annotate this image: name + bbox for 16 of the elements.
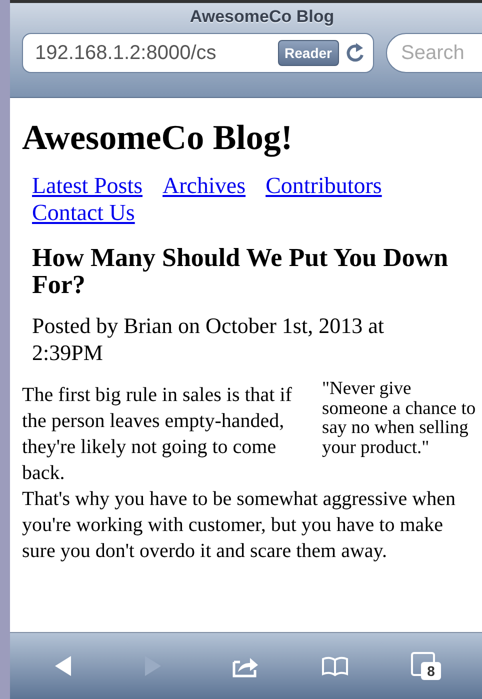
nav-link[interactable]: Latest Posts — [32, 172, 143, 199]
nav-link[interactable]: Contact Us — [32, 199, 135, 226]
reload-icon[interactable] — [345, 42, 365, 64]
article-text: That's why you have to be somewhat aggressive when you're working with customer, but you have to make sure you don't overdo it and scare them away. — [22, 487, 456, 564]
article-text: The first big rule in sales is that if the person leaves empty-handed, they're likely not going to come back. — [22, 383, 293, 486]
nav-link[interactable]: Archives — [162, 172, 246, 199]
reader-button[interactable]: Reader — [278, 40, 339, 66]
address-field[interactable]: 192.168.1.2:8000/cs Reader — [22, 33, 374, 73]
book-icon[interactable] — [321, 654, 349, 678]
post-byline: Posted by Brian on October 1st, 2013 at 2:39PM — [32, 312, 385, 366]
window-title: AwesomeCo Blog — [188, 7, 336, 27]
search-field[interactable]: Search — [386, 33, 482, 73]
post-title: How Many Should We Put You Down For? — [32, 244, 450, 298]
nav-link[interactable]: Contributors — [266, 172, 382, 199]
site-title: AwesomeCo Blog! — [22, 117, 294, 159]
pull-quote: "Never give someone a chance to say no when selling your product." — [322, 380, 477, 458]
